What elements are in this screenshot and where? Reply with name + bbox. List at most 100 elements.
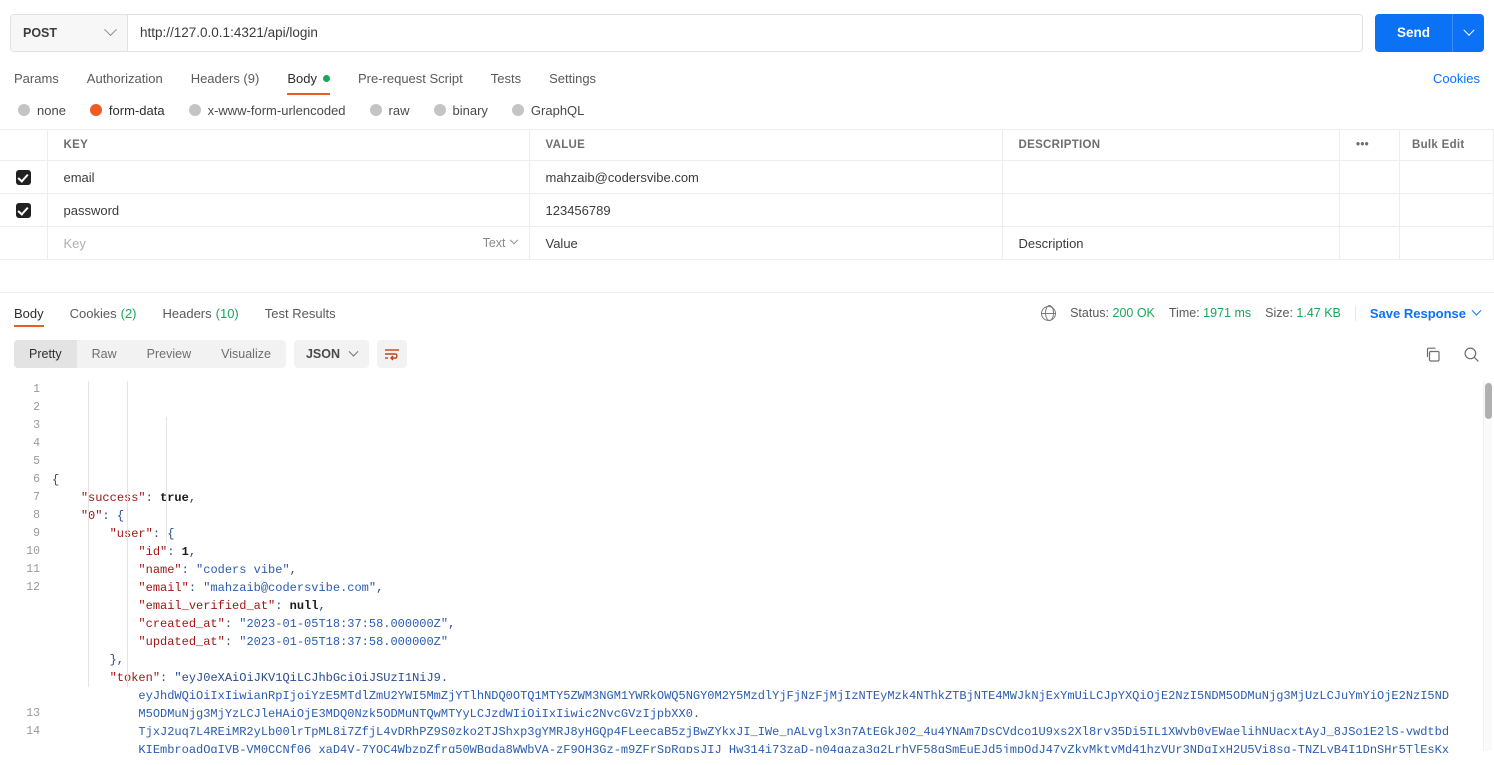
copy-icon [1426, 347, 1440, 362]
body-type-graphql[interactable]: GraphQL [511, 103, 584, 118]
line-number [0, 669, 40, 687]
chevron-down-icon [509, 236, 518, 245]
tab-headers[interactable]: Headers (9) [191, 61, 260, 95]
body-type-radios: none form-data x-www-form-urlencoded raw… [0, 95, 1494, 125]
code-line: "email_verified_at": null, [138, 599, 326, 614]
copy-button[interactable] [1424, 346, 1441, 363]
row-value[interactable]: mahzaib@codersvibe.com [529, 160, 1003, 194]
tab-count: (2) [120, 305, 137, 321]
tab-tests[interactable]: Tests [491, 61, 521, 95]
tab-label: Cookies [69, 305, 117, 321]
table-more-options-button[interactable]: ••• [1339, 129, 1400, 161]
code-line: "created_at": "2023-01-05T18:37:58.00000… [138, 617, 456, 632]
radio-icon [369, 104, 382, 116]
cookies-link[interactable]: Cookies [1433, 71, 1480, 86]
code-line: TjxJ2uq7L4REiMR2yLb00lrTpML8i7ZfjL4vDRhP… [52, 725, 1450, 740]
http-method-selector[interactable]: POST [11, 14, 128, 51]
body-type-label: raw [388, 102, 410, 118]
line-number-gutter: 1 2 3 4 5 6 7 8 9 10 11 12 13 14 [0, 375, 52, 753]
table-row: email mahzaib@codersvibe.com [0, 160, 1494, 194]
new-row-key-cell[interactable]: Key Text [47, 226, 530, 260]
row-checkbox[interactable] [15, 170, 31, 186]
code-line: "name": "coders vibe", [138, 563, 297, 578]
method-url-group: POST [10, 13, 1363, 52]
body-type-raw[interactable]: raw [369, 102, 410, 118]
search-button[interactable] [1463, 346, 1480, 363]
radio-icon [511, 104, 524, 116]
tab-label: Body [287, 70, 317, 86]
code-line: { [52, 473, 60, 488]
code-line: "0": { [80, 509, 125, 524]
tab-count: (10) [215, 305, 239, 321]
response-tab-cookies[interactable]: Cookies (2) [70, 293, 137, 333]
code-line: "updated_at": "2023-01-05T18:37:58.00000… [138, 635, 449, 650]
body-type-form-data[interactable]: form-data [89, 103, 165, 118]
row-checkbox[interactable] [15, 203, 31, 219]
tab-authorization[interactable]: Authorization [87, 61, 163, 95]
row-checkbox-cell [0, 193, 48, 227]
response-tab-body[interactable]: Body [14, 293, 44, 333]
response-status-bar: Status: 200 OK Time: 1971 ms Size: 1.47 … [1040, 305, 1482, 321]
row-description[interactable] [1002, 193, 1340, 227]
code-line: M5ODMuNjg3MjYzLCJleHAiOjE3MDQ0Nzk5ODMuNT… [52, 707, 701, 722]
radio-icon [18, 104, 30, 116]
tab-body[interactable]: Body [287, 61, 330, 95]
line-number: 1 [33, 383, 40, 397]
tab-settings[interactable]: Settings [549, 61, 596, 95]
view-mode-preview[interactable]: Preview [132, 340, 206, 368]
tab-params[interactable]: Params [14, 61, 59, 95]
body-type-x-www-form-urlencoded[interactable]: x-www-form-urlencoded [188, 103, 346, 118]
header-value: VALUE [529, 129, 1003, 161]
body-type-none[interactable]: none [18, 103, 66, 118]
response-tab-headers[interactable]: Headers (10) [163, 293, 239, 333]
row-spacer [1339, 193, 1400, 227]
radio-icon [89, 104, 102, 116]
header-description: DESCRIPTION [1002, 129, 1340, 161]
send-button[interactable]: Send [1374, 13, 1452, 52]
save-response-button[interactable]: Save Response [1354, 305, 1482, 321]
new-row-key-placeholder: Key [63, 235, 86, 251]
time-value: 1971 ms [1203, 306, 1252, 321]
globe-icon [1040, 305, 1057, 321]
line-number: 12 [26, 581, 40, 595]
url-input[interactable] [128, 14, 1362, 51]
response-tabs: Body Cookies (2) Headers (10) Test Resul… [0, 293, 1494, 333]
table-row: password 123456789 [0, 193, 1494, 227]
body-type-binary[interactable]: binary [433, 102, 488, 118]
view-mode-visualize[interactable]: Visualize [206, 340, 286, 368]
code-line: KIEmbroadQgIVB-VM0CCNf06_xaD4V-7YOC4Wbzp… [52, 743, 1450, 754]
row-value[interactable]: 123456789 [529, 193, 1003, 227]
view-mode-raw[interactable]: Raw [77, 340, 132, 368]
word-wrap-button[interactable] [377, 340, 407, 369]
size-label: Size: [1265, 306, 1293, 321]
response-body-viewer[interactable]: 1 2 3 4 5 6 7 8 9 10 11 12 13 14 { "success": true, … [0, 375, 1494, 753]
new-row-type-selector[interactable]: Text [483, 236, 518, 250]
scrollbar-thumb[interactable] [1485, 383, 1492, 420]
new-row-value-cell[interactable]: Value [529, 226, 1003, 260]
line-number: 3 [33, 419, 40, 433]
table-header-row: KEY VALUE DESCRIPTION ••• Bulk Edit [0, 129, 1494, 161]
response-tab-test-results[interactable]: Test Results [265, 293, 336, 333]
vertical-scrollbar[interactable] [1483, 381, 1492, 752]
save-response-label: Save Response [1369, 305, 1466, 321]
search-icon [1464, 347, 1479, 362]
row-key[interactable]: password [47, 193, 530, 227]
tab-pre-request-script[interactable]: Pre-request Script [358, 61, 463, 95]
new-row-description-cell[interactable]: Description [1002, 226, 1340, 260]
json-code[interactable]: { "success": true, "0": { "user": { "id"… [52, 375, 1494, 753]
view-mode-pretty[interactable]: Pretty [14, 340, 77, 369]
radio-icon [188, 104, 201, 116]
body-type-label: binary [452, 102, 488, 118]
line-number: 8 [33, 509, 40, 523]
tab-label: Settings [549, 70, 597, 86]
row-description[interactable] [1002, 160, 1340, 194]
status-group: Status: 200 OK [1070, 306, 1155, 320]
send-options-button[interactable] [1452, 13, 1484, 52]
code-line: "email": "mahzaib@codersvibe.com", [138, 581, 384, 596]
chevron-down-icon [1462, 24, 1475, 36]
row-key[interactable]: email [47, 160, 530, 194]
tab-label: Pre-request Script [357, 70, 463, 86]
response-format-selector[interactable]: JSON [293, 340, 369, 369]
code-line: "id": 1, [138, 545, 197, 560]
bulk-edit-button[interactable]: Bulk Edit [1399, 129, 1494, 161]
